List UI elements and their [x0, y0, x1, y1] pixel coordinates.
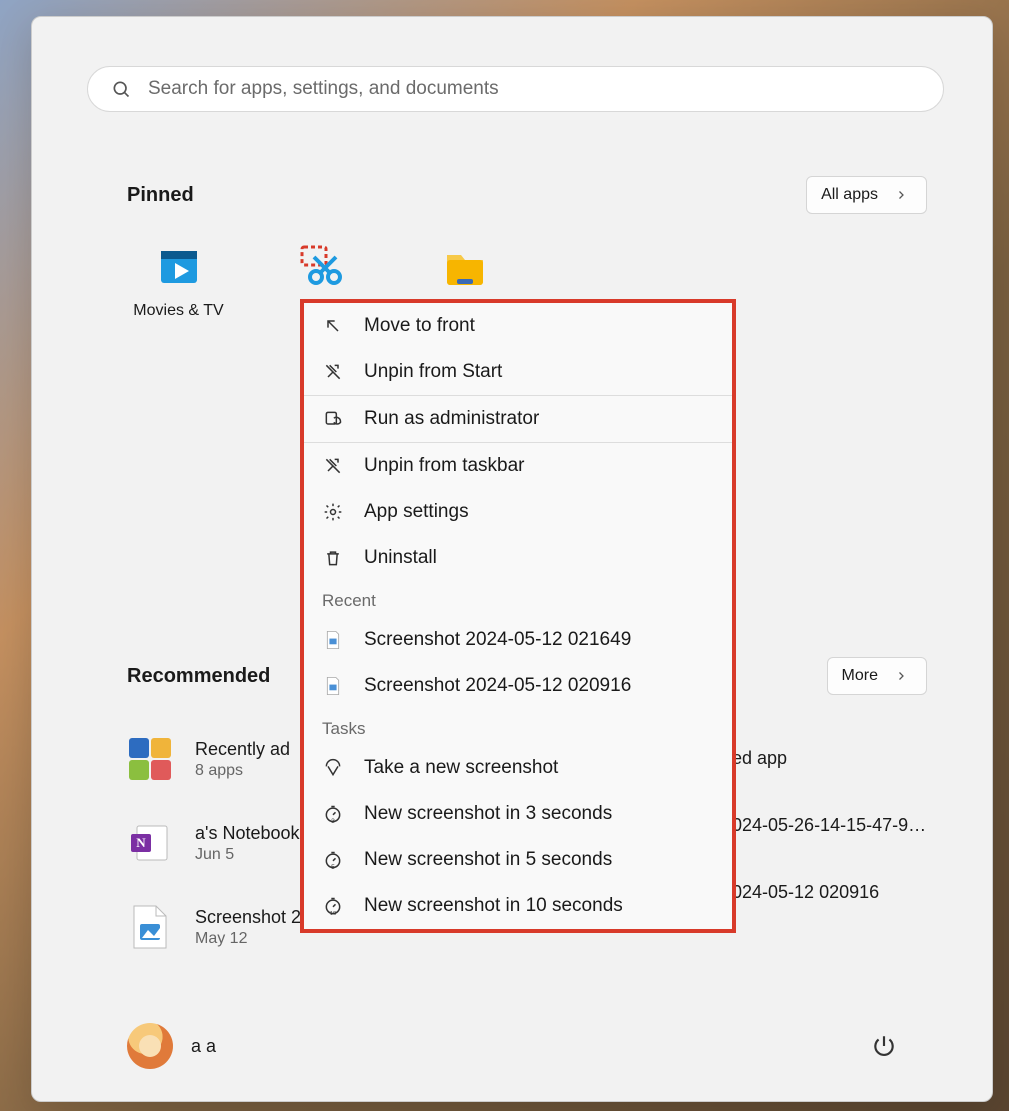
- rec-sub: 8 apps: [195, 762, 290, 780]
- ctx-label: New screenshot in 3 seconds: [364, 803, 612, 825]
- bottom-bar: a a: [127, 1023, 897, 1069]
- pinned-heading: Pinned: [127, 184, 194, 207]
- ctx-task-screenshot-10s[interactable]: 10 New screenshot in 10 seconds: [304, 883, 732, 929]
- snipping-tool-icon: [297, 242, 347, 292]
- username: a a: [191, 1036, 216, 1057]
- avatar: [127, 1023, 173, 1069]
- app-group-icon: [127, 736, 173, 782]
- ctx-section-recent: Recent: [304, 581, 732, 617]
- timer-10-icon: 10: [322, 895, 344, 917]
- ctx-app-settings[interactable]: App settings: [304, 489, 732, 535]
- more-label: More: [842, 667, 878, 685]
- shield-icon: [322, 408, 344, 430]
- ctx-uninstall[interactable]: Uninstall: [304, 535, 732, 581]
- file-explorer-icon: [440, 242, 490, 292]
- chevron-right-icon: [890, 184, 912, 206]
- ctx-label: Uninstall: [364, 547, 437, 569]
- snip-icon: [322, 757, 344, 779]
- unpin-icon: [322, 455, 344, 477]
- tile-label: Movies & TV: [133, 302, 223, 320]
- ctx-task-new-screenshot[interactable]: Take a new screenshot: [304, 745, 732, 791]
- rec-fragment: 024-05-26-14-15-47-9…: [732, 815, 1002, 836]
- trash-icon: [322, 547, 344, 569]
- svg-text:3: 3: [331, 818, 335, 824]
- chevron-right-icon: [890, 665, 912, 687]
- pinned-tile-movies-tv[interactable]: Movies & TV: [107, 242, 250, 320]
- arrow-nw-icon: [322, 315, 344, 337]
- svg-text:5: 5: [331, 864, 335, 870]
- ctx-section-tasks: Tasks: [304, 709, 732, 745]
- movies-tv-icon: [154, 242, 204, 292]
- ctx-unpin-taskbar[interactable]: Unpin from taskbar: [304, 443, 732, 489]
- recommended-heading: Recommended: [127, 665, 270, 688]
- ctx-unpin-start[interactable]: Unpin from Start: [304, 349, 732, 395]
- ctx-label: Take a new screenshot: [364, 757, 558, 779]
- more-button[interactable]: More: [827, 657, 927, 695]
- rec-title: Screenshot 2: [195, 907, 301, 928]
- search-input[interactable]: [148, 78, 921, 100]
- gear-icon: [322, 501, 344, 523]
- image-file-icon: [322, 629, 344, 651]
- svg-text:N: N: [136, 835, 146, 850]
- search-bar[interactable]: [87, 66, 944, 112]
- search-icon: [110, 78, 132, 100]
- ctx-move-to-front[interactable]: Move to front: [304, 303, 732, 349]
- ctx-label: New screenshot in 10 seconds: [364, 895, 623, 917]
- ctx-label: Unpin from Start: [364, 361, 502, 383]
- ctx-label: New screenshot in 5 seconds: [364, 849, 612, 871]
- context-menu: Move to front Unpin from Start Run as ad…: [300, 299, 736, 933]
- timer-3-icon: 3: [322, 803, 344, 825]
- ctx-label: Run as administrator: [364, 408, 539, 430]
- rec-fragment: ed app: [732, 748, 1002, 769]
- all-apps-label: All apps: [821, 186, 878, 204]
- rec-title: Recently ad: [195, 739, 290, 760]
- rec-fragment: 024-05-12 020916: [732, 882, 1002, 903]
- ctx-label: Move to front: [364, 315, 475, 337]
- ctx-recent-item[interactable]: Screenshot 2024-05-12 021649: [304, 617, 732, 663]
- onenote-icon: N: [127, 820, 173, 866]
- rec-title: a's Notebook: [195, 823, 300, 844]
- ctx-task-screenshot-5s[interactable]: 5 New screenshot in 5 seconds: [304, 837, 732, 883]
- timer-5-icon: 5: [322, 849, 344, 871]
- ctx-run-admin[interactable]: Run as administrator: [304, 396, 732, 442]
- all-apps-button[interactable]: All apps: [806, 176, 927, 214]
- user-button[interactable]: a a: [127, 1023, 216, 1069]
- ctx-label: App settings: [364, 501, 469, 523]
- rec-sub: May 12: [195, 930, 301, 948]
- ctx-task-screenshot-3s[interactable]: 3 New screenshot in 3 seconds: [304, 791, 732, 837]
- ctx-label: Screenshot 2024-05-12 021649: [364, 629, 631, 651]
- ctx-recent-item[interactable]: Screenshot 2024-05-12 020916: [304, 663, 732, 709]
- image-file-icon: [127, 904, 173, 950]
- svg-text:10: 10: [330, 911, 337, 916]
- ctx-label: Screenshot 2024-05-12 020916: [364, 675, 631, 697]
- ctx-label: Unpin from taskbar: [364, 455, 525, 477]
- power-button[interactable]: [871, 1033, 897, 1059]
- image-file-icon: [322, 675, 344, 697]
- recommended-right-fragments: ed app 024-05-26-14-15-47-9… 024-05-12 0…: [732, 748, 1002, 903]
- rec-sub: Jun 5: [195, 846, 300, 864]
- unpin-icon: [322, 361, 344, 383]
